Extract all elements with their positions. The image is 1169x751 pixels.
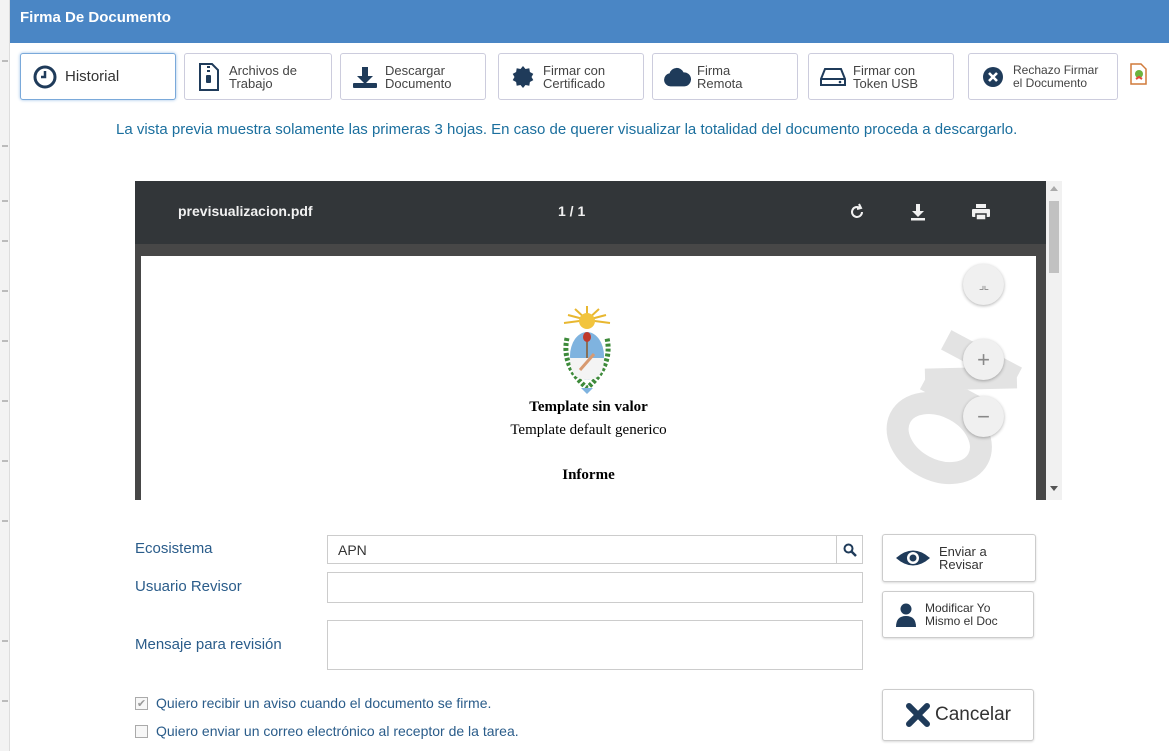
zoom-in-button[interactable]: + [963,339,1004,380]
pdf-download-icon[interactable] [906,200,930,224]
close-icon [905,703,930,727]
plus-icon: + [977,346,990,372]
certificate-icon [509,63,537,91]
collapse-icon: ⌟⌞ [978,277,989,292]
fit-page-button[interactable]: ⌟⌞ [963,264,1004,305]
historial-button[interactable]: Historial [20,53,176,100]
firmar-con-certificado-button[interactable]: Firmar con Certificado [498,53,644,100]
firmar-con-token-usb-button[interactable]: Firmar con Token USB [808,53,954,100]
mensaje-textarea[interactable] [327,620,863,670]
pdf-filename: previsualizacion.pdf [178,203,313,219]
aviso-firma-checkbox[interactable]: ✔ [135,696,148,710]
pdf-toolbar: previsualizacion.pdf 1 / 1 [135,181,1046,244]
aviso-firma-label: Quiero recibir un aviso cuando el docume… [156,695,492,711]
rechazo-firmar-button[interactable]: Rechazo Firmar el Documento [968,53,1118,100]
page: Firma De Documento Historial Archivos de… [0,0,1169,751]
descargar-documento-button[interactable]: Descargar Documento [340,53,486,100]
ecosistema-label: Ecosistema [135,540,213,557]
usuario-revisor-input[interactable] [327,572,863,603]
ecosistema-value: APN [338,542,367,558]
cloud-icon [663,63,691,91]
usb-drive-icon [819,63,847,91]
print-icon[interactable] [969,200,993,224]
window-titlebar: Firma De Documento [10,0,1169,43]
window-title: Firma De Documento [20,9,171,26]
user-icon [896,603,916,627]
cancelar-button[interactable]: Cancelar [882,689,1034,741]
aviso-firma-checkbox-row[interactable]: ✔ Quiero recibir un aviso cuando el docu… [135,695,491,711]
correo-receptor-checkbox-row[interactable]: Quiero enviar un correo electrónico al r… [135,723,519,739]
zoom-out-button[interactable]: − [963,396,1004,437]
doc-heading: Informe [562,467,615,483]
scrollbar-thumb[interactable] [1049,201,1059,273]
ecosistema-field[interactable]: APN [327,535,863,564]
scroll-down-arrow[interactable] [1050,486,1058,491]
search-icon [843,543,857,557]
eye-icon [896,550,930,566]
minus-icon: − [977,403,990,429]
ecosistema-search-button[interactable] [836,536,862,564]
pdf-page: Template sin valor Template default gene… [141,256,1036,500]
left-background-strip [0,0,10,751]
enviar-a-revisar-button[interactable]: Enviar a Revisar [882,534,1036,582]
document-license-icon[interactable] [1130,63,1148,85]
pdf-page-indicator: 1 / 1 [558,203,586,219]
clock-icon [31,63,59,91]
coat-of-arms-image [563,306,611,394]
modificar-yo-mismo-button[interactable]: Modificar Yo Mismo el Doc [882,591,1034,638]
doc-subtitle: Template default generico [510,422,667,438]
rotate-icon[interactable] [845,200,869,224]
firma-remota-button[interactable]: Firma Remota [652,53,798,100]
usuario-revisor-label: Usuario Revisor [135,578,242,595]
download-icon [351,63,379,91]
times-circle-icon [979,63,1007,91]
correo-receptor-label: Quiero enviar un correo electrónico al r… [156,723,519,739]
doc-title: Template sin valor [529,399,648,415]
toolbar: Historial Archivos de Trabajo Descargar … [10,43,1169,111]
scroll-up-arrow[interactable] [1050,186,1058,191]
pdf-scrollbar[interactable] [1046,181,1062,500]
pdf-viewer: previsualizacion.pdf 1 / 1 Template sin … [135,181,1046,500]
file-zip-icon [195,62,223,91]
archivos-de-trabajo-button[interactable]: Archivos de Trabajo [184,53,332,100]
mensaje-label: Mensaje para revisión [135,636,282,653]
correo-receptor-checkbox[interactable] [135,724,148,738]
preview-notice: La vista previa muestra solamente las pr… [116,121,1018,138]
